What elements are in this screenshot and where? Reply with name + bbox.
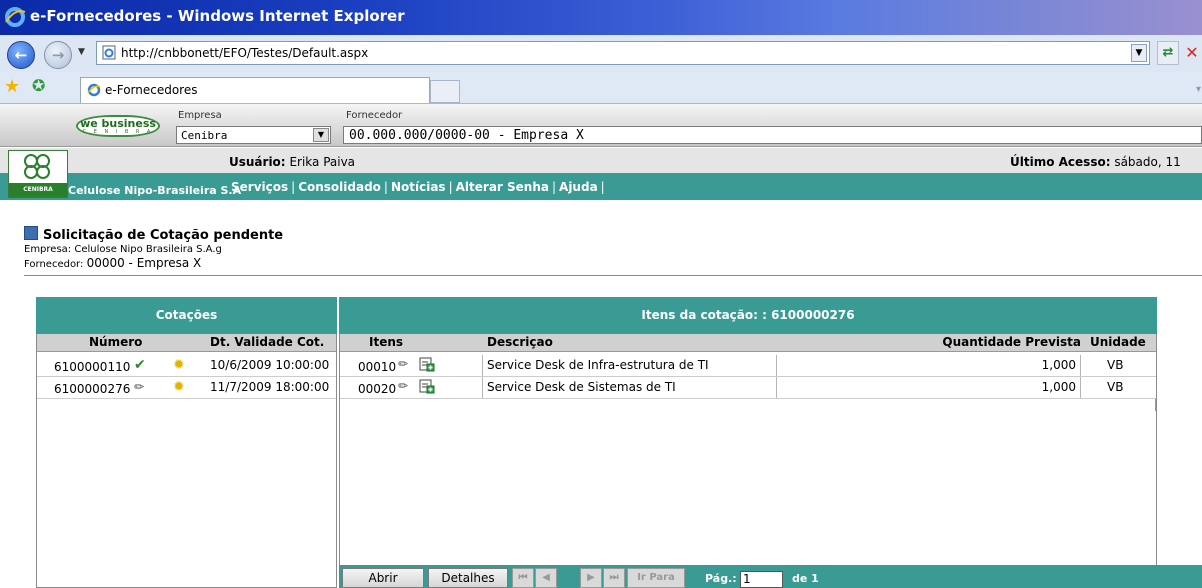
page-label: Pág.: [705,572,737,585]
column-quantidade[interactable]: Quantidade Prevista [942,335,1081,349]
usuario-value: Erika Paiva [289,155,356,169]
cenibra-logo-text: CENIBRA [9,183,67,197]
menu-item-servicos[interactable]: Serviços [231,180,288,194]
column-unidade[interactable]: Unidade [1090,335,1146,349]
tab-title: e-Fornecedores [105,83,198,97]
tab-ie-icon [87,83,101,97]
cenibra-logo: CENIBRA [8,150,68,198]
sun-icon[interactable]: ✹ [173,357,185,373]
url-field[interactable]: http://cnbbonett/EFO/Testes/Default.aspx… [96,41,1150,65]
window-title: e-Fornecedores - Windows Internet Explor… [30,7,405,25]
scroll-edge [1155,399,1156,411]
ir-para-button[interactable]: Ir Para [627,568,685,588]
add-favorites-icon[interactable]: ✪ [32,76,45,95]
ie-logo-icon [5,7,26,27]
fornecedor-info-value: 00000 - Empresa X [86,256,202,270]
table-row[interactable]: 00020 ✏ Service Desk de Sistemas de TI 1… [340,377,1156,399]
menu-item-consolidado[interactable]: Consolidado [298,180,381,194]
table-row[interactable]: 6100000276 ✏ ✹ 11/7/2009 18:00:00 [37,377,336,399]
page-menu-icon[interactable]: ▾ [1196,84,1201,95]
usuario-label: Usuário: [229,155,286,169]
item-descricao: Service Desk de Infra-estrutura de TI [487,358,709,372]
forward-arrow-icon: → [51,46,65,64]
refresh-button[interactable]: ⇄ [1157,41,1179,65]
chevron-down-icon[interactable]: ▼ [313,128,329,142]
item-quantidade: 1,000 [1041,380,1076,394]
stop-button[interactable]: ✕ [1182,41,1202,65]
column-validade[interactable]: Dt. Validade Cot. [210,335,324,349]
cotacoes-column-headers: Número Dt. Validade Cot. [37,334,336,352]
last-access-info: Último Acesso: sábado, 11 [1010,155,1181,169]
page-input[interactable]: 1 [740,571,783,588]
sun-icon[interactable]: ✹ [173,379,185,395]
fornecedor-value: 00.000.000/0000-00 - Empresa X [349,128,584,143]
fornecedor-field[interactable]: 00.000.000/0000-00 - Empresa X [343,126,1202,144]
cotacao-validade: 11/7/2009 18:00:00 [210,380,330,394]
favorites-star-icon[interactable]: ★ [4,76,20,97]
item-unidade: VB [1107,358,1124,372]
column-descricao[interactable]: Descriçao [487,335,553,349]
item-unidade: VB [1107,380,1124,394]
itens-header: Itens da cotação: : 6100000276 [339,297,1157,334]
column-numero[interactable]: Número [89,335,142,349]
pencil-icon[interactable]: ✏ [398,379,408,393]
empresa-value: Cenibra [181,129,228,142]
item-descricao: Service Desk de Sistemas de TI [487,380,676,394]
cotacoes-header: Cotações [36,297,337,334]
item-codigo: 00010 [358,360,397,374]
next-page-button[interactable]: ▶ [580,568,602,588]
column-itens[interactable]: Itens [369,335,403,349]
cotacao-numero: 6100000276 [54,382,131,396]
item-quantidade: 1,000 [1041,358,1076,372]
fornecedor-info-label: Fornecedor: [24,259,84,270]
fornecedor-info: Fornecedor: 00000 - Empresa X [24,256,201,270]
mail-icon [24,226,38,240]
menu-item-alterar-senha[interactable]: Alterar Senha [456,180,549,194]
pencil-icon: ✏ [134,380,145,394]
first-page-button[interactable]: ⏮ [512,568,534,588]
back-arrow-icon: ← [14,46,28,64]
ultimo-label: Último Acesso: [1010,155,1111,169]
cotacao-validade: 10/6/2009 10:00:00 [210,358,330,372]
menu-item-ajuda[interactable]: Ajuda [559,180,598,194]
abrir-button[interactable]: Abrir [342,568,424,588]
new-tab-button[interactable] [430,80,460,103]
ultimo-value: sábado, 11 [1114,155,1181,169]
history-dropdown-icon[interactable]: ▼ [78,47,85,57]
window-titlebar: e-Fornecedores - Windows Internet Explor… [0,0,1202,35]
check-icon: ✔ [134,357,146,373]
empresa-select[interactable]: Cenibra ▼ [176,126,331,144]
user-info: Usuário: Erika Paiva [229,155,355,169]
url-dropdown-icon[interactable]: ▼ [1131,44,1147,62]
page-total: de 1 [792,572,819,585]
main-menu: Serviços | Consolidado | Notícias | Alterar Se… [231,180,605,194]
itens-column-headers: Itens Descriçao Quantidade Prevista Unid… [340,334,1156,352]
last-page-button[interactable]: ⏭ [603,568,625,588]
webusiness-logo: we business C E N I B R A [76,115,160,137]
add-detail-icon[interactable] [419,378,435,397]
page-title: Solicitação de Cotação pendente [24,226,283,243]
url-text: http://cnbbonett/EFO/Testes/Default.aspx [121,46,369,60]
empresa-info: Empresa: Celulose Nipo Brasileira S.A.g [24,244,222,255]
page-icon [102,45,116,60]
logo-bottom-text: C E N I B R A [82,129,154,135]
prev-page-button[interactable]: ◀ [535,568,557,588]
back-button[interactable]: ← [7,41,35,69]
item-codigo: 00020 [358,382,397,396]
add-detail-icon[interactable] [419,356,435,375]
empresa-label: Empresa [178,110,222,121]
forward-button[interactable]: → [44,41,72,69]
table-row[interactable]: 6100000110 ✔ ✹ 10/6/2009 10:00:00 [37,355,336,377]
detalhes-button[interactable]: Detalhes [428,568,508,588]
table-row[interactable]: 00010 ✏ Service Desk de Infra-estrutura … [340,355,1156,377]
divider [24,275,1202,276]
pencil-icon[interactable]: ✏ [398,357,408,371]
menu-item-noticias[interactable]: Notícias [391,180,446,194]
company-name: Celulose Nipo-Brasileira S.A [68,184,242,197]
browser-tab[interactable]: e-Fornecedores [80,77,430,103]
page-title-text: Solicitação de Cotação pendente [43,228,284,243]
clover-icon [24,154,50,179]
fornecedor-label: Fornecedor [346,110,403,121]
cotacao-numero: 6100000110 [54,360,131,374]
